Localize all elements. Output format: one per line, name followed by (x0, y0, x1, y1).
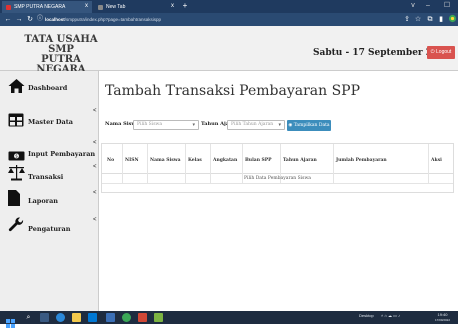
favicon-icon (6, 4, 11, 10)
table-icon (8, 112, 24, 128)
bookmark-star-icon[interactable]: ☆ (413, 14, 423, 25)
url-host: localhost (45, 17, 65, 22)
tab-search-button[interactable]: v (406, 1, 420, 11)
siswa-select[interactable]: Pilih Siswa ▾ (133, 120, 199, 130)
profile-icon[interactable] (447, 14, 457, 25)
sidepanel-icon[interactable]: ▮ (436, 14, 446, 25)
sidebar-item-label: Laporan (28, 197, 59, 205)
money-icon: $ (8, 146, 25, 162)
app-icon[interactable] (138, 313, 147, 322)
address-bar[interactable]: localhost/smpputra/index.php?page=tambah… (45, 15, 161, 24)
svg-text:$: $ (15, 153, 18, 158)
sidebar-item-label: Transaksi (28, 173, 64, 181)
windows-start-icon[interactable] (6, 313, 15, 328)
show-data-label: Tampilkan Data (293, 123, 330, 128)
sidebar-item-label: Input Pembayaran (28, 150, 96, 158)
edge-icon[interactable] (56, 313, 65, 322)
windows-taskbar: ⌕ Desktop ˄ ⌂ ☁ ▭ ♪ 19:40 17/09/2022 (0, 311, 458, 328)
file-explorer-icon[interactable] (72, 313, 81, 322)
logout-button[interactable]: ⏻ Logout (427, 46, 455, 59)
empty-table-message: Pilih Data Pembayaran Siswa (102, 174, 453, 184)
forward-icon[interactable]: → (14, 14, 24, 25)
payment-table: No NISN Nama Siswa Kelas Angkatan Bulan … (101, 143, 454, 193)
chevron-left-icon: < (93, 190, 97, 196)
chevron-left-icon: < (93, 140, 97, 146)
wrench-icon (8, 217, 24, 233)
table-header: No NISN Nama Siswa Kelas Angkatan Bulan … (102, 144, 453, 174)
close-tab-icon[interactable]: x (85, 3, 88, 9)
clock[interactable]: 19:40 17/09/2022 (435, 312, 450, 323)
chrome-icon[interactable] (122, 313, 131, 322)
chevron-left-icon: < (93, 108, 97, 114)
col-angkatan[interactable]: Angkatan (213, 158, 237, 163)
sidebar-item-label: Pengaturan (28, 225, 71, 233)
brand-line-1: TATA USAHA SMP (24, 34, 98, 55)
file-icon (8, 190, 24, 206)
extensions-icon[interactable]: ⧉ (425, 14, 435, 25)
page-title: Tambah Transaksi Pembayaran SPP (105, 83, 361, 99)
col-aksi[interactable]: Aksi (431, 158, 442, 163)
favicon-icon (98, 4, 103, 10)
tahun-placeholder: Pilih Tahun Ajaran (231, 122, 274, 127)
tab-title: New Tab (106, 4, 126, 10)
sidebar-item-pengaturan[interactable]: Pengaturan < (0, 217, 98, 257)
chevron-left-icon: < (93, 164, 97, 170)
reload-icon[interactable]: ↻ (25, 14, 35, 25)
col-nama-siswa[interactable]: Nama Siswa (150, 158, 181, 163)
show-data-button[interactable]: ◉ Tampilkan Data (287, 120, 331, 131)
new-tab-button[interactable]: + (181, 2, 189, 10)
col-jumlah-pembayaran[interactable]: Jumlah Pembayaran (336, 158, 387, 163)
siswa-placeholder: Pilih Siswa (137, 122, 163, 127)
logout-label: Logout (436, 49, 452, 55)
browser-tab-smp[interactable]: SMP PUTRA NEGARA x (2, 1, 92, 13)
app-icon[interactable] (154, 313, 163, 322)
home-icon (8, 78, 25, 94)
caret-down-icon: ▾ (278, 122, 281, 128)
sidebar-item-label: Master Data (28, 118, 73, 126)
app-header: TATA USAHA SMP PUTRA NEGARA Sabtu - 17 S… (0, 26, 458, 75)
browser-tab-bar: SMP PUTRA NEGARA x New Tab x + v – ☐ (0, 0, 458, 13)
power-icon: ⏻ (430, 49, 435, 55)
chevron-left-icon: < (93, 217, 97, 223)
browser-toolbar: ← → ↻ ⓘ localhost/smpputra/index.php?pag… (0, 13, 458, 26)
tahun-ajaran-select[interactable]: Pilih Tahun Ajaran ▾ (227, 120, 285, 130)
app-brand[interactable]: TATA USAHA SMP PUTRA NEGARA (16, 35, 106, 75)
task-view-icon[interactable] (40, 313, 49, 322)
col-bulan-spp[interactable]: Bulan SPP (245, 158, 272, 163)
url-path: /smpputra/index.php?page=tambahtransaksi… (64, 17, 161, 22)
balance-scale-icon (8, 164, 25, 181)
col-tahun-ajaran[interactable]: Tahun Ajaran (283, 158, 317, 163)
back-icon[interactable]: ← (3, 14, 13, 25)
close-tab-icon[interactable]: x (171, 3, 174, 9)
clock-date: 17/09/2022 (435, 318, 451, 322)
sidebar: Dashboard Master Data < $ Input Pembayar… (0, 71, 99, 311)
maximize-button[interactable]: ☐ (440, 1, 454, 11)
system-tray-icons[interactable]: ˄ ⌂ ☁ ▭ ♪ (381, 313, 400, 318)
store-icon[interactable] (106, 313, 115, 322)
share-icon[interactable]: ⇪ (402, 14, 412, 25)
mail-icon[interactable] (88, 313, 97, 322)
clock-time: 19:40 (437, 312, 448, 317)
col-no[interactable]: No (107, 158, 114, 163)
col-kelas[interactable]: Kelas (188, 158, 202, 163)
caret-down-icon: ▾ (192, 122, 195, 128)
sidebar-item-label: Dashboard (28, 84, 68, 92)
browser-tab-newtab[interactable]: New Tab x (94, 1, 178, 13)
desktop-label[interactable]: Desktop (359, 313, 374, 318)
tab-title: SMP PUTRA NEGARA (14, 4, 66, 10)
minimize-button[interactable]: – (421, 1, 435, 11)
col-nisn[interactable]: NISN (125, 158, 139, 163)
eye-icon: ◉ (288, 123, 293, 128)
search-icon[interactable]: ⌕ (24, 313, 33, 322)
info-icon[interactable]: ⓘ (35, 14, 45, 25)
